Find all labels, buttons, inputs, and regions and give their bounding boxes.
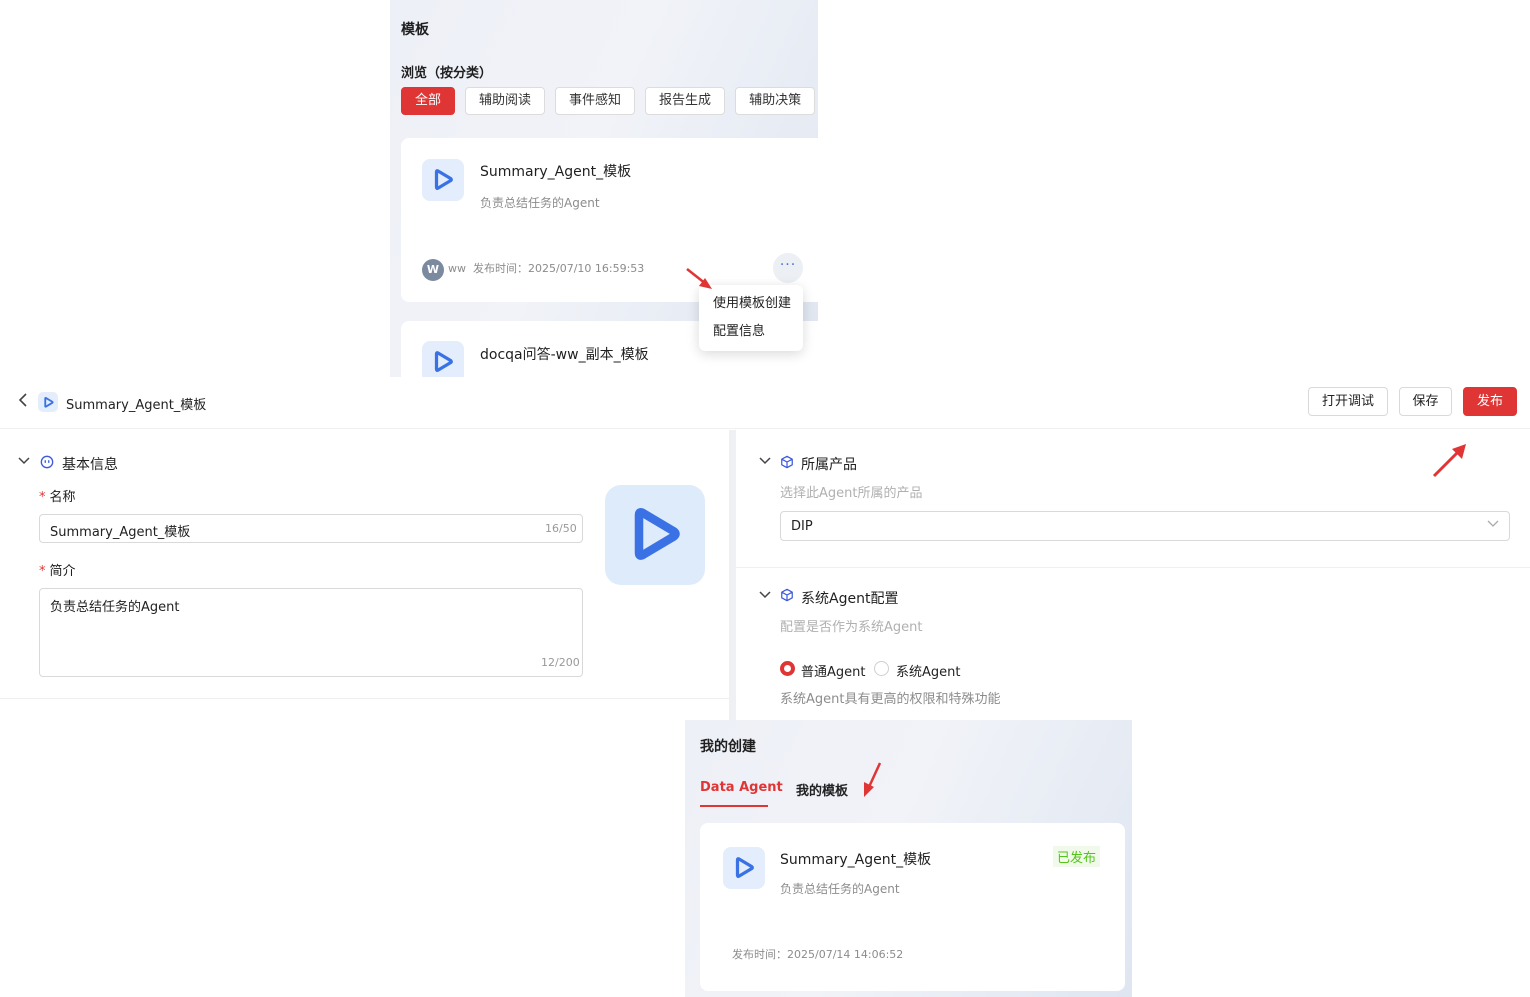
intro-char-counter: 12/200 <box>541 656 580 669</box>
status-badge: 已发布 <box>1053 846 1101 867</box>
divider <box>0 698 729 699</box>
template-context-menu: 使用模板创建 配置信息 <box>699 285 803 351</box>
my-creations-panel: 我的创建 Data Agent 我的模板 Summary_Agent_模板 负责… <box>685 720 1132 997</box>
system-agent-label[interactable]: 系统Agent <box>896 661 960 680</box>
category-filter: 全部 辅助阅读 事件感知 报告生成 辅助决策 <box>401 87 816 115</box>
publish-time: 发布时间：2025/07/10 16:59:53 <box>473 262 645 275</box>
save-button[interactable]: 保存 <box>1399 387 1452 416</box>
product-select[interactable]: DIP <box>780 511 1510 541</box>
avatar: W <box>422 259 444 281</box>
chevron-down-icon[interactable] <box>759 455 771 469</box>
chevron-left-icon[interactable] <box>16 392 32 410</box>
chevron-down-icon[interactable] <box>759 589 771 603</box>
play-logo-icon <box>38 392 58 412</box>
robot-icon <box>40 455 54 469</box>
product-section-title: 所属产品 <box>801 457 857 473</box>
system-agent-hint: 配置是否作为系统Agent <box>780 620 923 635</box>
template-name: docqa问答-ww_副本_模板 <box>480 347 649 363</box>
open-debug-button[interactable]: 打开调试 <box>1308 387 1388 416</box>
normal-agent-radio[interactable] <box>780 661 795 676</box>
intro-label-text: 简介 <box>49 564 76 579</box>
system-agent-note: 系统Agent具有更高的权限和特殊功能 <box>780 692 1001 707</box>
templates-title: 模板 <box>401 22 429 38</box>
template-name: Summary_Agent_模板 <box>480 164 632 180</box>
category-event-button[interactable]: 事件感知 <box>555 87 636 115</box>
product-select-value: DIP <box>791 519 813 534</box>
name-field[interactable]: Summary_Agent_模板 <box>39 514 583 543</box>
name-char-counter: 16/50 <box>545 522 577 535</box>
use-template-create-item[interactable]: 使用模板创建 <box>713 293 803 321</box>
template-description: 负责总结任务的Agent <box>480 196 600 210</box>
browse-by-category-label: 浏览（按分类） <box>401 66 493 81</box>
active-tab-indicator <box>700 805 768 807</box>
system-agent-section-title: 系统Agent配置 <box>801 591 899 607</box>
template-card[interactable]: Summary_Agent_模板 负责总结任务的Agent W ww 发布时间：… <box>401 138 818 302</box>
author-name: ww <box>448 262 466 275</box>
intro-label: * 简介 <box>39 560 76 579</box>
more-options-button[interactable]: ··· <box>773 253 803 283</box>
play-logo-icon <box>723 847 765 889</box>
play-logo-icon <box>422 341 464 377</box>
agent-card[interactable]: Summary_Agent_模板 负责总结任务的Agent 已发布 发布时间：2… <box>700 823 1125 991</box>
normal-agent-label[interactable]: 普通Agent <box>801 661 865 680</box>
product-hint: 选择此Agent所属的产品 <box>780 486 923 501</box>
basic-info-section-title: 基本信息 <box>62 457 118 473</box>
name-label-text: 名称 <box>49 490 76 505</box>
cube-icon <box>781 588 793 602</box>
play-logo-icon <box>634 508 680 560</box>
config-info-item[interactable]: 配置信息 <box>713 321 803 349</box>
intro-textarea-value: 负责总结任务的Agent <box>50 600 180 615</box>
category-decision-button[interactable]: 辅助决策 <box>735 87 816 115</box>
red-arrow-icon <box>686 268 712 289</box>
required-mark: * <box>39 564 46 579</box>
category-all-button[interactable]: 全部 <box>401 87 456 115</box>
agent-name: Summary_Agent_模板 <box>780 852 932 868</box>
category-report-button[interactable]: 报告生成 <box>645 87 726 115</box>
publish-time: 发布时间：2025/07/14 14:06:52 <box>732 948 904 961</box>
cube-icon <box>781 455 793 469</box>
agent-editor: Summary_Agent_模板 打开调试 保存 发布 基本信息 * 名称 Sum… <box>0 378 1530 720</box>
my-creations-title: 我的创建 <box>700 739 756 755</box>
column-divider <box>729 430 736 720</box>
red-arrow-icon <box>1432 444 1466 478</box>
name-label: * 名称 <box>39 486 76 505</box>
tab-data-agent[interactable]: Data Agent <box>700 780 783 795</box>
play-logo-icon <box>422 159 464 201</box>
red-arrow-icon <box>864 762 882 797</box>
editor-header: Summary_Agent_模板 打开调试 保存 发布 <box>0 378 1530 429</box>
category-reading-button[interactable]: 辅助阅读 <box>465 87 546 115</box>
system-agent-radio[interactable] <box>874 661 889 676</box>
name-field-value: Summary_Agent_模板 <box>50 525 191 540</box>
page-title: Summary_Agent_模板 <box>66 398 207 413</box>
publish-button[interactable]: 发布 <box>1463 387 1517 416</box>
chevron-down-icon[interactable] <box>18 455 30 469</box>
divider <box>736 567 1530 568</box>
agent-avatar[interactable] <box>605 485 705 585</box>
chevron-down-icon <box>1487 518 1499 532</box>
required-mark: * <box>39 490 46 505</box>
tab-my-templates[interactable]: 我的模板 <box>796 780 848 799</box>
intro-textarea[interactable]: 负责总结任务的Agent <box>39 588 583 677</box>
agent-description: 负责总结任务的Agent <box>780 882 900 896</box>
